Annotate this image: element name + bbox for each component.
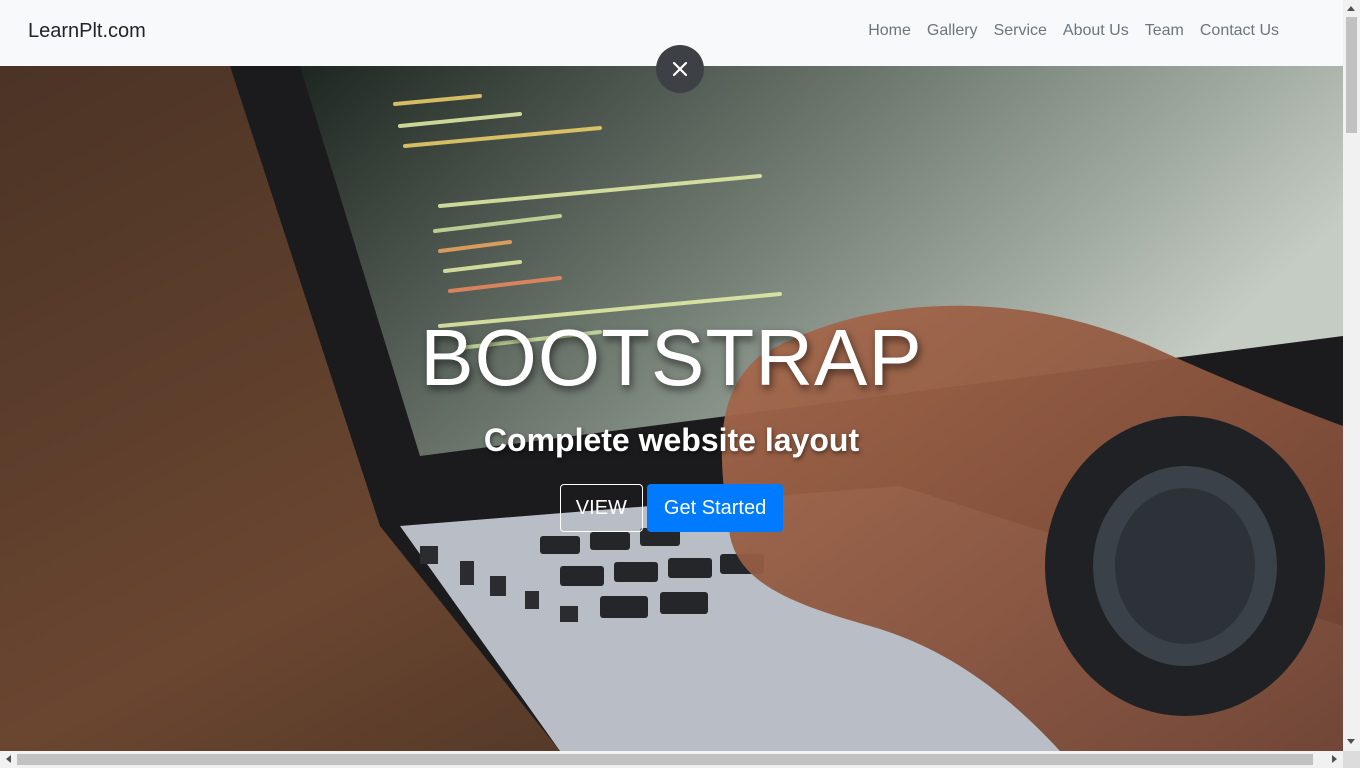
get-started-button[interactable]: Get Started bbox=[646, 484, 784, 532]
close-button[interactable] bbox=[656, 45, 704, 93]
scroll-down-arrow-icon[interactable] bbox=[1347, 739, 1355, 744]
nav-link-gallery[interactable]: Gallery bbox=[919, 22, 986, 40]
hero-subtitle: Complete website layout bbox=[483, 422, 860, 458]
nav-link-service[interactable]: Service bbox=[986, 22, 1055, 40]
scroll-right-arrow-icon[interactable] bbox=[1332, 755, 1337, 763]
hero-section: BOOTSTRAP Complete website layout VIEW G… bbox=[0, 66, 1343, 751]
hero-title: BOOTSTRAP bbox=[420, 313, 923, 402]
close-icon bbox=[672, 61, 688, 77]
nav-link-contact[interactable]: Contact Us bbox=[1192, 22, 1287, 40]
vertical-scrollbar-thumb[interactable] bbox=[1346, 17, 1357, 133]
scroll-up-arrow-icon[interactable] bbox=[1347, 6, 1355, 11]
nav-links: Home Gallery Service About Us Team Conta… bbox=[860, 22, 1287, 40]
hero-content: BOOTSTRAP Complete website layout VIEW G… bbox=[0, 66, 1343, 751]
brand-logo[interactable]: LearnPlt.com bbox=[28, 20, 146, 43]
nav-link-team[interactable]: Team bbox=[1137, 22, 1192, 40]
nav-link-home[interactable]: Home bbox=[860, 22, 919, 40]
hero-buttons: VIEW Get Started bbox=[0, 484, 1343, 532]
nav-link-about[interactable]: About Us bbox=[1055, 22, 1137, 40]
scrollbar-corner bbox=[1343, 751, 1360, 768]
horizontal-scrollbar-thumb[interactable] bbox=[17, 754, 1313, 765]
horizontal-scrollbar[interactable] bbox=[0, 751, 1343, 768]
view-button[interactable]: VIEW bbox=[559, 484, 643, 532]
vertical-scrollbar[interactable] bbox=[1343, 0, 1360, 751]
browser-viewport: LearnPlt.com Home Gallery Service About … bbox=[0, 0, 1343, 751]
scroll-left-arrow-icon[interactable] bbox=[6, 755, 11, 763]
